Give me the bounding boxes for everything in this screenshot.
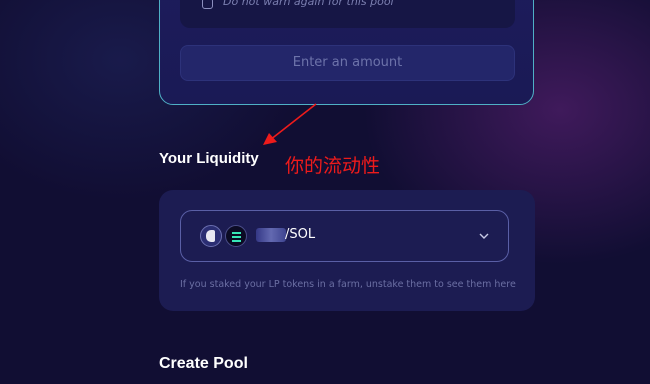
- annotation-arrow-icon: [263, 103, 317, 145]
- chevron-down-icon[interactable]: [478, 230, 490, 242]
- token-logo-icon: [200, 225, 222, 247]
- annotation-text: 你的流动性: [285, 155, 381, 177]
- your-liquidity-title: Your Liquidity: [159, 150, 259, 167]
- dont-warn-label: Do not warn again for this pool: [223, 0, 394, 8]
- create-pool-title: Create Pool: [159, 355, 248, 372]
- liquidity-card: /SOL If you staked your LP tokens in a f…: [159, 190, 535, 311]
- swap-card: Do not warn again for this pool Enter an…: [159, 0, 534, 105]
- pool-pair-label: /SOL: [285, 227, 316, 242]
- dont-warn-checkbox[interactable]: [202, 0, 213, 9]
- liquidity-hint: If you staked your LP tokens in a farm, …: [180, 279, 516, 290]
- liquidity-pool-item[interactable]: /SOL: [180, 210, 509, 262]
- enter-amount-button[interactable]: Enter an amount: [180, 45, 515, 81]
- obscured-token-name: [256, 228, 286, 242]
- warning-row: Do not warn again for this pool: [180, 0, 515, 28]
- solana-icon: [225, 225, 247, 247]
